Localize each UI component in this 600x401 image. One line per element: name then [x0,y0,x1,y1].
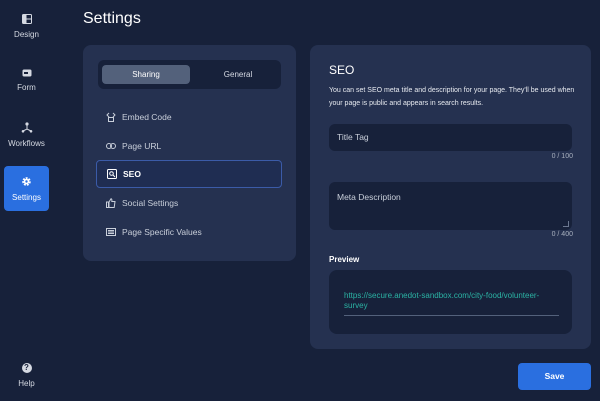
page-title: Settings [83,10,141,27]
nav-form[interactable]: Form [4,58,49,103]
menu-item-label: Page Specific Values [122,227,202,237]
nav-help[interactable]: ? Help [4,363,49,397]
nav-design-label: Design [14,30,39,39]
design-icon [21,14,32,24]
help-icon: ? [21,363,32,373]
settings-menu-panel: Sharing General Embed Code Page URL SEO … [83,45,296,261]
link-icon [106,143,116,149]
tab-switcher: Sharing General [98,60,281,89]
side-nav: Design Form Workflows Settings ? Help [0,0,54,401]
menu-item-seo[interactable]: SEO [96,160,282,188]
preview-label: Preview [329,255,360,264]
nav-help-label: Help [18,379,35,388]
menu-item-label: Embed Code [122,112,172,122]
nav-settings-label: Settings [12,192,41,202]
workflows-icon [21,121,32,133]
seo-icon [107,169,117,179]
nav-workflows[interactable]: Workflows [4,112,49,157]
form-icon [22,69,31,77]
preview-url-link[interactable]: https://secure.anedot-sandbox.com/city-f… [344,291,559,316]
thumbs-up-icon [106,198,116,208]
menu-item-page-url[interactable]: Page URL [96,132,282,160]
gear-icon [22,176,31,186]
meta-description-placeholder: Meta Description [337,192,401,202]
meta-description-counter: 0 / 400 [551,231,573,238]
menu-item-label: Page URL [122,141,162,151]
title-tag-counter: 0 / 100 [551,153,573,160]
menu-item-social-settings[interactable]: Social Settings [96,189,282,217]
menu-item-label: SEO [123,169,141,179]
seo-title: SEO [329,63,355,77]
save-button[interactable]: Save [518,363,591,390]
nav-form-label: Form [17,83,36,92]
embed-code-icon [106,112,116,122]
nav-workflows-label: Workflows [8,138,45,148]
tab-sharing[interactable]: Sharing [102,65,190,84]
menu-item-embed-code[interactable]: Embed Code [96,103,282,131]
seo-description: You can set SEO meta title and descripti… [329,87,575,107]
preview-box: https://secure.anedot-sandbox.com/city-f… [329,270,572,334]
nav-design[interactable]: Design [4,4,49,49]
meta-description-input[interactable]: Meta Description [329,182,572,230]
nav-settings[interactable]: Settings [4,166,49,211]
tab-general[interactable]: General [204,65,272,84]
title-tag-input[interactable]: Title Tag [329,124,572,151]
list-icon [106,228,116,236]
menu-item-page-specific-values[interactable]: Page Specific Values [96,218,282,246]
resize-handle[interactable] [563,221,569,227]
menu-item-label: Social Settings [122,198,179,208]
seo-panel: SEO You can set SEO meta title and descr… [310,45,591,349]
